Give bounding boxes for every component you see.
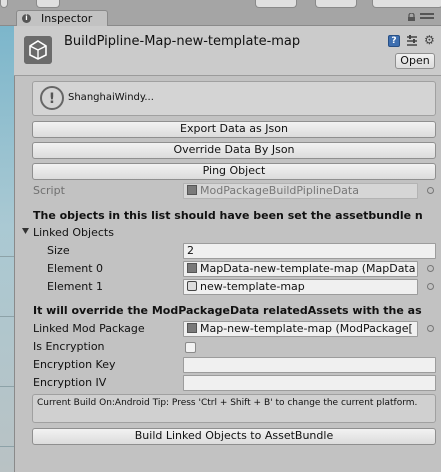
- menu-icon[interactable]: [420, 13, 434, 22]
- size-label: Size: [47, 244, 70, 257]
- status-box: Current Build On:Android Tip: Press 'Ctr…: [32, 394, 436, 423]
- script-value: ModPackageBuildPiplineData: [200, 184, 359, 197]
- lock-icon[interactable]: [407, 13, 416, 21]
- object-picker-icon[interactable]: [427, 265, 434, 272]
- object-picker-icon[interactable]: [427, 325, 434, 332]
- linked-mod-field[interactable]: Map-new-template-map (ModPackage[: [183, 321, 418, 337]
- toolbar-button[interactable]: [372, 0, 441, 8]
- gear-icon[interactable]: ⚙: [424, 34, 436, 46]
- notice-override: It will override the ModPackageData rela…: [33, 304, 422, 317]
- open-button[interactable]: Open: [395, 53, 435, 69]
- element-0-label: Element 0: [47, 262, 104, 275]
- script-icon: [187, 185, 197, 195]
- element-1-field[interactable]: new-template-map: [183, 279, 418, 295]
- modpackage-icon: [187, 323, 197, 333]
- page-title: BuildPipline-Map-new-template-map: [64, 34, 301, 49]
- encryption-checkbox[interactable]: [185, 342, 196, 353]
- help-box-text: ShanghaiWindy...: [68, 92, 154, 103]
- linked-mod-label: Linked Mod Package: [33, 322, 145, 335]
- top-toolbar-strip: [0, 0, 441, 9]
- export-json-button[interactable]: Export Data as Json: [32, 121, 436, 138]
- tab-bar: i Inspector: [0, 9, 441, 27]
- override-json-button[interactable]: Override Data By Json: [32, 142, 436, 159]
- element-0-field[interactable]: MapData-new-template-map (MapData: [183, 261, 418, 277]
- element-1-value: new-template-map: [200, 280, 305, 293]
- mapdata-icon: [187, 263, 197, 273]
- encryption-iv-input[interactable]: [183, 375, 436, 391]
- linked-mod-value: Map-new-template-map (ModPackage[: [200, 322, 413, 335]
- tab-label: Inspector: [41, 12, 93, 25]
- script-field: ModPackageBuildPiplineData: [183, 183, 418, 199]
- warning-icon: !: [40, 86, 64, 110]
- tab-inspector[interactable]: i Inspector: [16, 10, 108, 27]
- info-icon: i: [22, 14, 31, 23]
- script-label: Script: [33, 184, 65, 197]
- notice-assetbundle: The objects in this list should have bee…: [33, 209, 423, 222]
- toolbar-button[interactable]: [36, 0, 60, 8]
- build-button[interactable]: Build Linked Objects to AssetBundle: [32, 428, 436, 445]
- scene-view-edge: [0, 26, 14, 472]
- encryption-key-label: Encryption Key: [33, 358, 116, 371]
- gameobject-icon: [187, 281, 197, 291]
- object-picker-icon[interactable]: [427, 187, 434, 194]
- help-icon[interactable]: ?: [388, 35, 400, 47]
- ping-object-button[interactable]: Ping Object: [32, 163, 436, 180]
- preset-icon[interactable]: [405, 35, 419, 47]
- element-0-value: MapData-new-template-map (MapData: [200, 262, 416, 275]
- foldout-arrow-icon[interactable]: [22, 228, 29, 235]
- element-1-label: Element 1: [47, 280, 104, 293]
- toolbar-button[interactable]: [0, 0, 8, 8]
- encryption-label: Is Encryption: [33, 340, 105, 353]
- toolbar-button[interactable]: [255, 0, 297, 8]
- size-field[interactable]: 2: [183, 243, 436, 259]
- encryption-key-input[interactable]: [183, 357, 436, 373]
- linked-objects-label[interactable]: Linked Objects: [33, 226, 114, 239]
- toolbar-button[interactable]: [315, 0, 357, 8]
- encryption-iv-label: Encryption IV: [33, 376, 107, 389]
- unity-logo-icon: [24, 36, 52, 64]
- object-picker-icon[interactable]: [427, 283, 434, 290]
